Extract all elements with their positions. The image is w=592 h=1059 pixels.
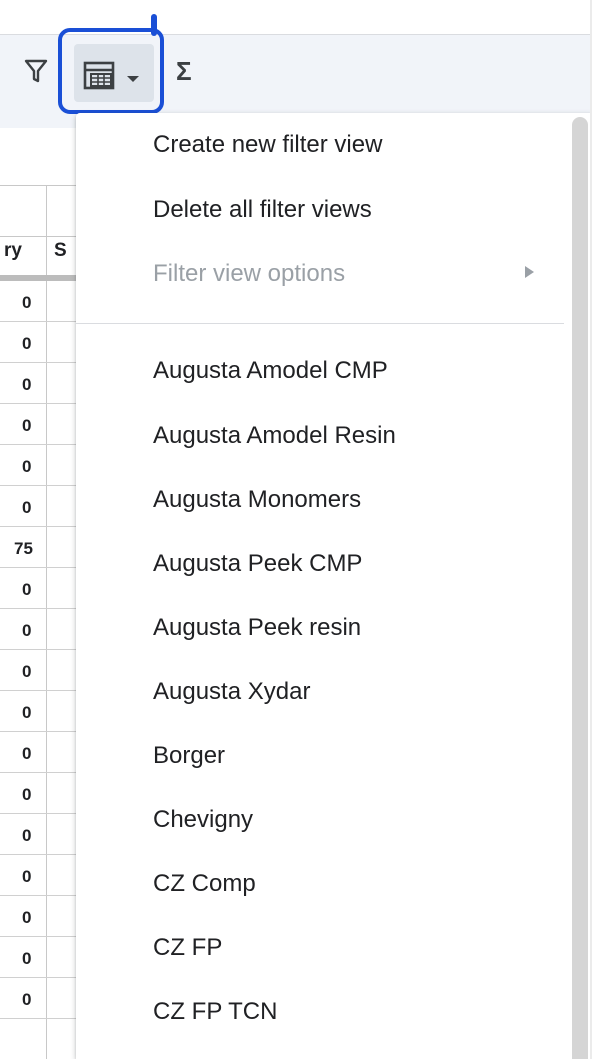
- table-cell[interactable]: 75: [0, 527, 80, 568]
- menu-separator: [76, 323, 564, 324]
- table-cell[interactable]: 0: [0, 404, 80, 445]
- menu-scrollbar-thumb[interactable]: [572, 117, 588, 1059]
- table-cell[interactable]: 0: [0, 445, 80, 486]
- table-cell[interactable]: 0: [0, 937, 80, 978]
- annotation-mark: [151, 14, 157, 36]
- filter-view-item[interactable]: Augusta Xydar: [153, 678, 310, 706]
- filter-views-menu: Create new filter view Delete all filter…: [76, 113, 592, 1059]
- filter-view-item[interactable]: Augusta Monomers: [153, 486, 361, 514]
- table-cell[interactable]: 0: [0, 896, 80, 937]
- filter-view-item[interactable]: CZ FP: [153, 934, 222, 962]
- table-cell[interactable]: 0: [0, 568, 80, 609]
- filter-view-item[interactable]: CZ Comp: [153, 870, 256, 898]
- column-header-cell[interactable]: S: [54, 240, 67, 262]
- delete-all-filter-views-item[interactable]: Delete all filter views: [153, 196, 372, 224]
- table-cell[interactable]: 0: [0, 486, 80, 527]
- table-cell[interactable]: 0: [0, 322, 80, 363]
- filter-view-item[interactable]: Borger: [153, 742, 225, 770]
- functions-button[interactable]: Σ: [176, 56, 192, 87]
- filter-view-item[interactable]: Chevigny: [153, 806, 253, 834]
- page: Σ ry S 0 0 0 0 0 0 75 0 0 0 0 0 0 0 0 0 …: [0, 0, 592, 1059]
- submenu-arrow-icon: [525, 266, 534, 278]
- table-cell[interactable]: 0: [0, 691, 80, 732]
- table-cell[interactable]: 0: [0, 609, 80, 650]
- table-cell[interactable]: 0: [0, 814, 80, 855]
- data-cells-column: 0 0 0 0 0 0 75 0 0 0 0 0 0 0 0 0 0 0: [0, 281, 80, 1019]
- filter-view-item[interactable]: Augusta Peek CMP: [153, 550, 362, 578]
- column-header-cell[interactable]: ry: [4, 240, 22, 262]
- filter-icon[interactable]: [24, 58, 50, 88]
- filter-view-item[interactable]: CZ FP TCN: [153, 998, 277, 1026]
- filter-view-item[interactable]: Augusta Amodel Resin: [153, 422, 396, 450]
- create-new-filter-view-item[interactable]: Create new filter view: [153, 131, 382, 159]
- table-cell[interactable]: 0: [0, 363, 80, 404]
- filter-view-options-item: Filter view options: [153, 260, 346, 287]
- table-cell[interactable]: 0: [0, 732, 80, 773]
- column-letter-header: [0, 185, 80, 237]
- filter-view-item[interactable]: Augusta Peek resin: [153, 614, 361, 642]
- table-cell[interactable]: 0: [0, 773, 80, 814]
- table-cell[interactable]: 0: [0, 855, 80, 896]
- table-cell[interactable]: 0: [0, 281, 80, 322]
- table-cell[interactable]: 0: [0, 978, 80, 1019]
- table-cell[interactable]: 0: [0, 650, 80, 691]
- filter-view-item[interactable]: Augusta Amodel CMP: [153, 357, 388, 385]
- annotation-highlight-box: [58, 28, 164, 114]
